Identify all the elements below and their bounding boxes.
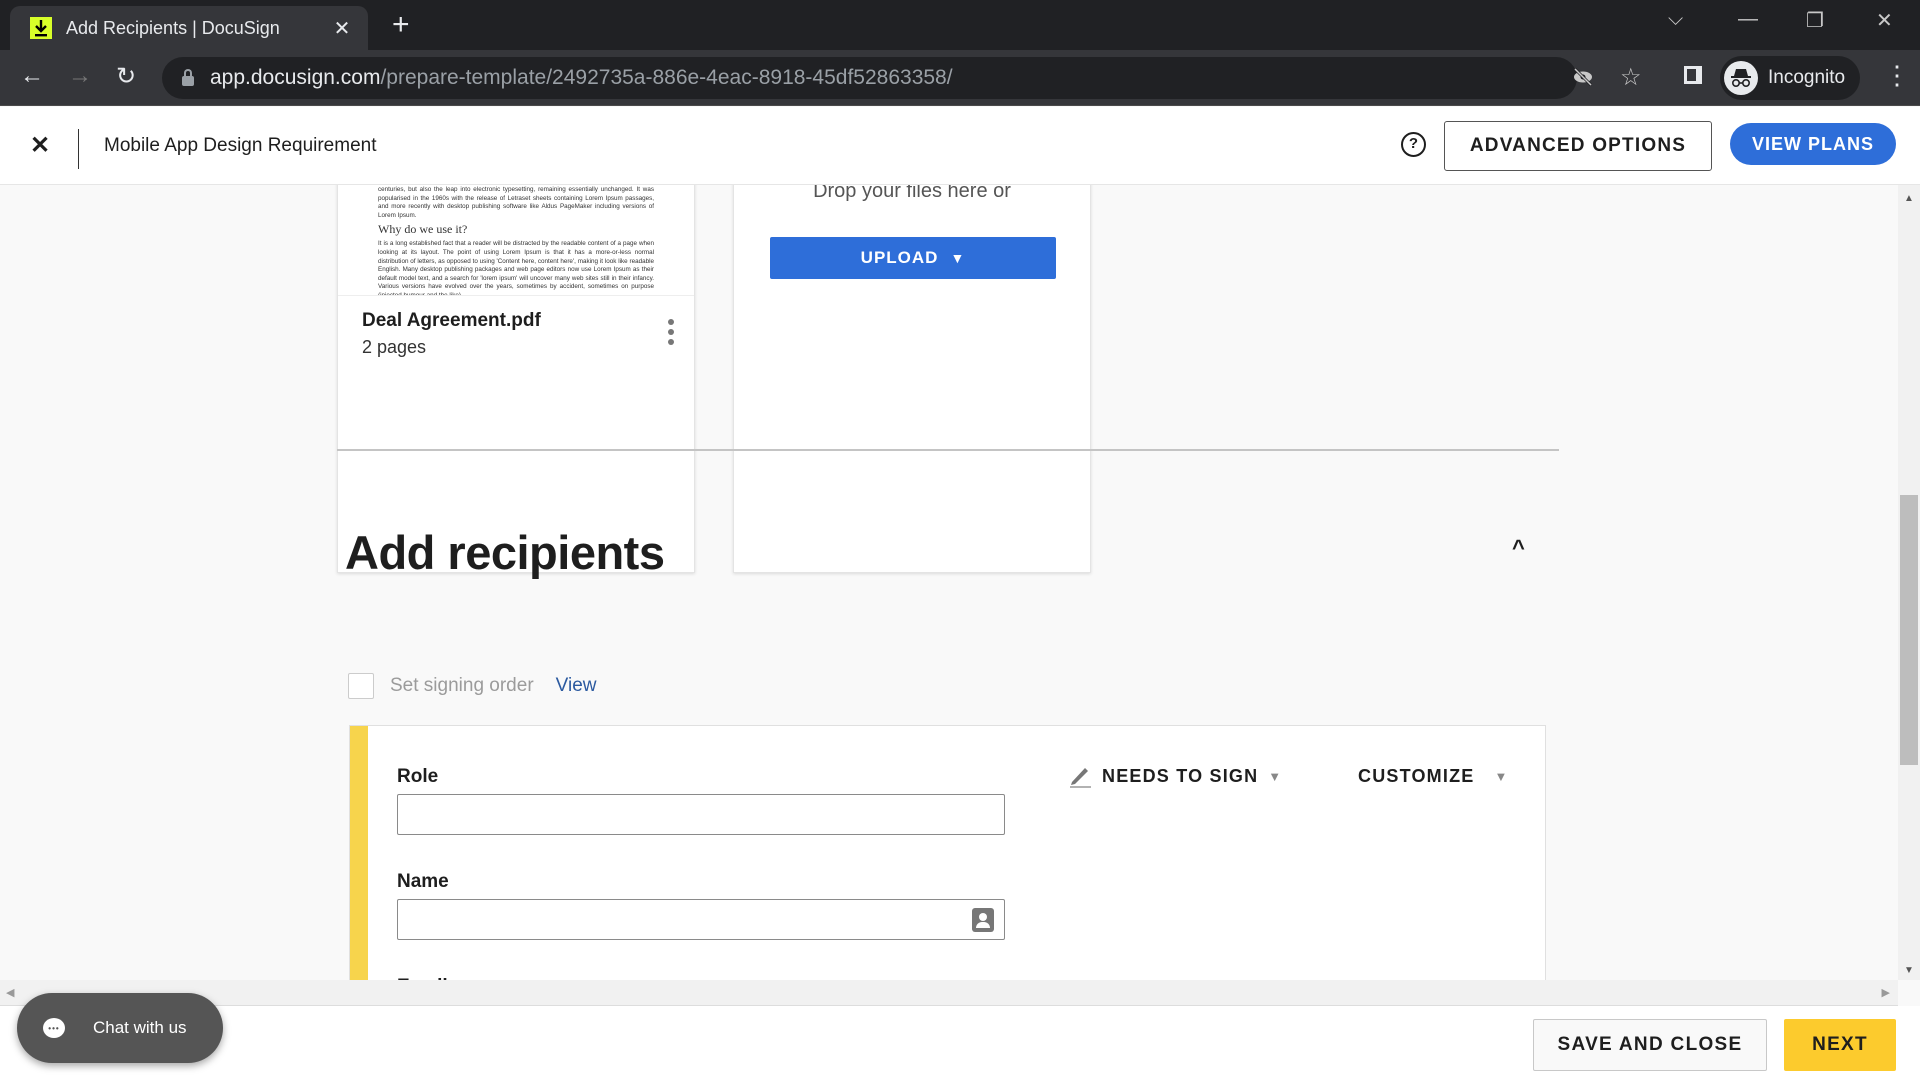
horizontal-scrollbar[interactable]: ◀ ▶	[0, 980, 1898, 1006]
signing-order-label: Set signing order	[390, 675, 534, 696]
role-input[interactable]	[397, 794, 1005, 835]
collapse-chevron-up-icon[interactable]: ^	[1512, 535, 1525, 561]
thumbnail-text: centuries, but also the leap into electr…	[378, 186, 654, 219]
signing-order-checkbox[interactable]	[348, 673, 374, 699]
scroll-down-arrow-icon[interactable]: ▼	[1904, 965, 1914, 976]
document-card[interactable]: centuries, but also the leap into electr…	[337, 185, 695, 573]
name-input[interactable]	[397, 899, 1005, 940]
tab-title: Add Recipients | DocuSign	[66, 17, 280, 38]
bookmark-star-icon[interactable]: ☆	[1620, 63, 1642, 92]
scroll-right-arrow-icon[interactable]: ▶	[1882, 986, 1890, 999]
save-and-close-button[interactable]: SAVE AND CLOSE	[1533, 1019, 1767, 1071]
advanced-options-button[interactable]: ADVANCED OPTIONS	[1444, 121, 1712, 171]
template-title: Mobile App Design Requirement	[104, 135, 377, 156]
next-button[interactable]: NEXT	[1784, 1019, 1896, 1071]
section-divider	[337, 449, 1559, 451]
browser-tab-strip: Add Recipients | DocuSign ✕ + ⌵ — ❐ ✕	[0, 0, 1920, 50]
recipient-action-dropdown[interactable]: NEEDS TO SIGN ▼	[1068, 764, 1282, 788]
new-tab-button[interactable]: +	[392, 10, 410, 40]
app-header: ✕ Mobile App Design Requirement ? ADVANC…	[0, 107, 1920, 185]
recipient-color-bar	[350, 726, 368, 980]
tab-search-chevron-icon[interactable]: ⌵	[1668, 8, 1683, 31]
main-content: centuries, but also the leap into electr…	[0, 185, 1898, 980]
upload-button[interactable]: UPLOAD ▼	[770, 237, 1056, 279]
browser-tab[interactable]: Add Recipients | DocuSign ✕	[10, 6, 368, 50]
customize-dropdown[interactable]: CUSTOMIZE ▼	[1358, 766, 1509, 787]
docusign-favicon-icon	[30, 17, 52, 39]
view-plans-button[interactable]: VIEW PLANS	[1730, 123, 1896, 165]
lock-icon	[182, 69, 194, 86]
document-name: Deal Agreement.pdf	[362, 310, 541, 331]
signing-order-row: Set signing order View	[348, 673, 597, 699]
document-page-count: 2 pages	[362, 337, 427, 357]
document-thumbnail: centuries, but also the leap into electr…	[338, 185, 694, 296]
forward-arrow-icon[interactable]: →	[68, 62, 92, 90]
help-icon[interactable]: ?	[1401, 132, 1426, 157]
caret-down-icon: ▼	[1268, 768, 1283, 784]
thumbnail-text: It is a long established fact that a rea…	[378, 240, 654, 296]
url-host: app.docusign.com	[210, 66, 381, 89]
view-signing-order-link[interactable]: View	[556, 675, 597, 697]
chat-bubble-icon: •••	[43, 1018, 65, 1038]
upload-label: UPLOAD	[860, 248, 939, 267]
browser-menu-icon[interactable]: ⋮	[1884, 60, 1910, 91]
drop-files-text: Drop your files here or	[813, 185, 1011, 202]
back-arrow-icon[interactable]: ←	[20, 62, 44, 90]
header-divider	[78, 129, 79, 169]
restore-icon[interactable]: ❐	[1806, 8, 1824, 33]
upload-dropzone[interactable]: Drop your files here or UPLOAD ▼	[733, 185, 1091, 573]
thumbnail-heading: Why do we use it?	[378, 222, 468, 237]
scrollbar-thumb[interactable]	[1900, 495, 1918, 765]
chat-with-us-button[interactable]: ••• Chat with us	[17, 993, 223, 1063]
incognito-profile[interactable]: Incognito	[1720, 56, 1860, 100]
chat-label: Chat with us	[93, 1018, 187, 1037]
url-path: /prepare-template/2492735a-886e-4eac-891…	[380, 66, 953, 89]
caret-down-icon: ▼	[1494, 769, 1509, 784]
profile-label: Incognito	[1768, 67, 1846, 88]
vertical-scrollbar[interactable]: ▲ ▼	[1898, 185, 1920, 980]
name-label: Name	[397, 871, 449, 892]
recipient-card: Role Name Email NEEDS TO SIGN ▼ CUSTOMIZ…	[349, 725, 1546, 980]
window-close-icon[interactable]: ✕	[1876, 8, 1893, 33]
minimize-icon[interactable]: —	[1738, 8, 1758, 31]
footer-bar: SAVE AND CLOSE NEXT	[0, 1006, 1920, 1080]
document-more-options-icon[interactable]	[661, 317, 681, 347]
incognito-icon	[1724, 61, 1758, 95]
customize-label: CUSTOMIZE	[1358, 766, 1475, 786]
role-label: Role	[397, 766, 439, 787]
scroll-up-arrow-icon[interactable]: ▲	[1904, 193, 1914, 204]
scroll-left-arrow-icon[interactable]: ◀	[6, 986, 14, 999]
tab-close-icon[interactable]: ✕	[330, 16, 354, 41]
add-recipients-heading: Add recipients	[345, 526, 665, 579]
needs-to-sign-label: NEEDS TO SIGN	[1102, 765, 1259, 786]
tracking-eye-off-icon[interactable]	[1572, 67, 1594, 93]
address-bar[interactable]: app.docusign.com/prepare-template/249273…	[162, 57, 1642, 99]
pen-icon	[1070, 768, 1091, 788]
side-panel-icon[interactable]	[1682, 64, 1704, 93]
contacts-icon[interactable]	[972, 908, 994, 932]
caret-down-icon: ▼	[950, 250, 966, 266]
reload-icon[interactable]: ↻	[116, 62, 136, 91]
browser-toolbar: ← → ↻ app.docusign.com/prepare-template/…	[0, 50, 1920, 106]
close-icon[interactable]: ✕	[30, 131, 50, 160]
